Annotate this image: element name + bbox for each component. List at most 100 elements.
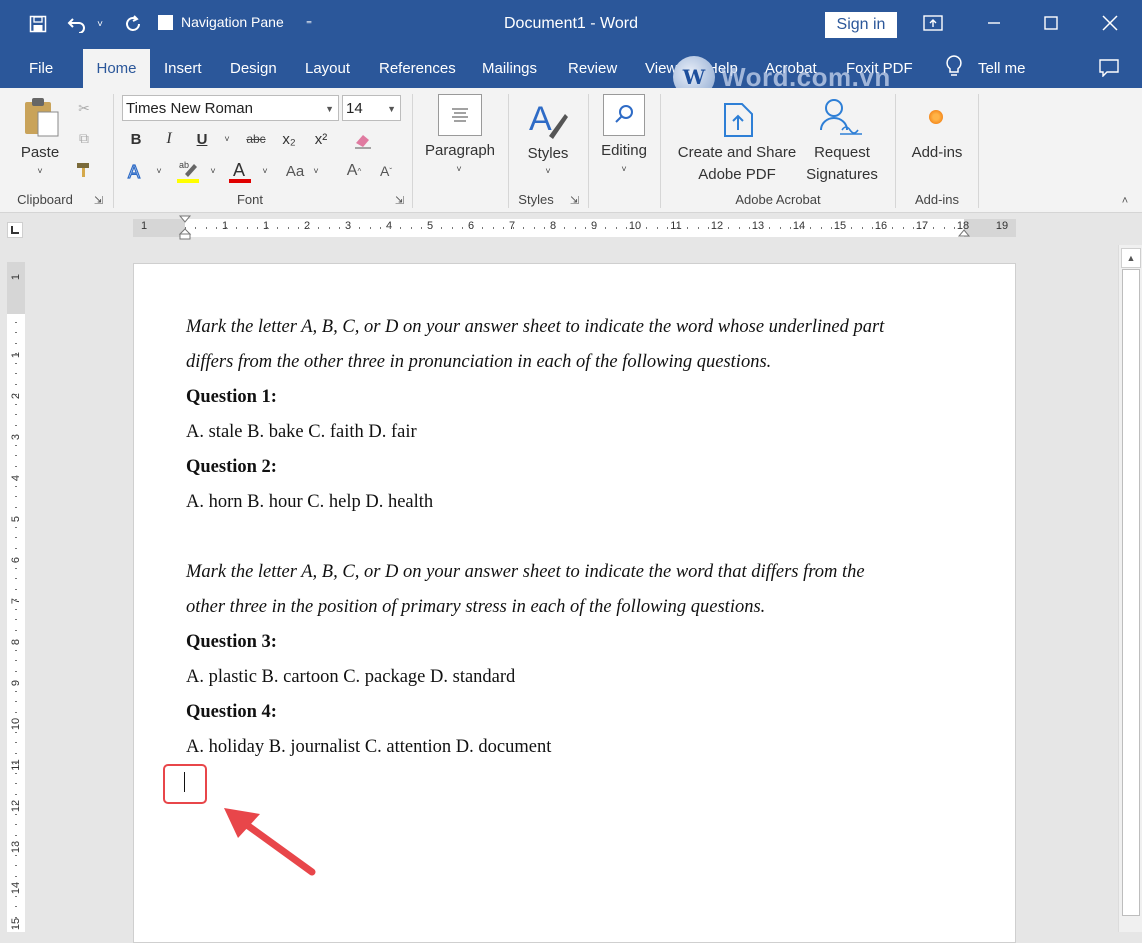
text-effects-dropdown-icon[interactable]: ˅ — [152, 162, 166, 180]
tab-file[interactable]: File — [29, 48, 53, 88]
maximize-icon[interactable] — [1036, 8, 1066, 38]
add-ins-icon[interactable] — [929, 110, 943, 124]
font-name-dropdown[interactable]: Times New Roman ▼ — [122, 95, 339, 121]
editing-dropdown-icon[interactable]: ˅ — [617, 162, 631, 176]
underline-dropdown-icon[interactable]: ˅ — [220, 130, 234, 148]
change-case-dropdown-icon[interactable]: ˅ — [309, 162, 323, 180]
styles-button[interactable]: Styles — [516, 143, 580, 165]
paragraph-icon[interactable] — [438, 94, 482, 136]
create-pdf-icon[interactable] — [722, 98, 756, 138]
ruler-tick — [687, 227, 689, 229]
styles-launcher-icon[interactable]: ⇲ — [570, 194, 579, 207]
tab-home[interactable]: Home — [83, 49, 150, 88]
ruler-number: 4 — [385, 220, 393, 232]
tab-review[interactable]: Review — [568, 48, 617, 88]
customize-toolbar-icon[interactable]: ⁼ — [298, 12, 320, 36]
paste-dropdown-icon[interactable]: ˅ — [34, 164, 46, 178]
copy-icon[interactable]: ⧉ — [74, 128, 94, 148]
underline-button[interactable]: U — [192, 128, 212, 150]
comments-icon[interactable] — [1099, 48, 1119, 88]
grow-font-label: A — [346, 162, 358, 179]
cut-icon[interactable]: ✂ — [74, 98, 94, 118]
bold-button[interactable]: B — [126, 128, 146, 150]
save-icon[interactable] — [26, 12, 50, 36]
ruler-tick — [195, 227, 197, 229]
font-color-dropdown-icon[interactable]: ˅ — [258, 162, 272, 180]
clipboard-launcher-icon[interactable]: ⇲ — [94, 194, 103, 207]
request-signatures-label[interactable]: Request Signatures — [796, 142, 888, 186]
search-icon[interactable] — [603, 94, 645, 136]
change-case-button[interactable]: Aa — [283, 160, 307, 182]
navigation-pane-checkbox[interactable] — [158, 14, 173, 30]
ruler-tick — [15, 875, 17, 877]
undo-icon[interactable] — [66, 12, 90, 36]
ruler-tick — [15, 445, 17, 446]
clear-formatting-icon[interactable] — [352, 129, 374, 151]
ruler-number: 1 — [10, 351, 22, 359]
close-icon[interactable] — [1095, 8, 1125, 38]
sign-in-button[interactable]: Sign in — [825, 12, 897, 38]
undo-dropdown-icon[interactable]: ˅ — [93, 12, 107, 36]
question-heading: Question 3: — [186, 632, 277, 652]
navigation-pane-toggle[interactable]: Navigation Pane — [158, 14, 284, 30]
ruler-tick — [390, 227, 391, 229]
ruler-number: 6 — [467, 220, 475, 232]
ruler-tick — [15, 363, 17, 364]
strikethrough-button[interactable]: abc — [242, 128, 270, 150]
collapse-ribbon-icon[interactable]: ˄ — [1117, 194, 1133, 208]
add-ins-button[interactable]: Add-ins — [900, 142, 974, 164]
tab-insert[interactable]: Insert — [164, 48, 202, 88]
request-signatures-icon[interactable] — [818, 96, 866, 138]
format-painter-icon[interactable] — [74, 160, 94, 180]
tab-selector[interactable] — [0, 213, 34, 243]
font-color-icon[interactable]: A — [228, 158, 252, 184]
paragraph-button[interactable]: Paragraph — [420, 140, 500, 162]
minimize-icon[interactable] — [979, 8, 1009, 38]
ruler-tick — [15, 332, 17, 334]
ruler-number: 16 — [874, 220, 888, 232]
shrink-font-button[interactable]: Aˇ — [375, 160, 397, 182]
styles-dropdown-icon[interactable]: ˅ — [541, 164, 555, 178]
vertical-ruler[interactable]: 1 1 2 3 4 5 6 7 8 9 10 11 12 13 14 15 — [7, 262, 25, 932]
scroll-up-icon[interactable]: ▲ — [1121, 248, 1141, 268]
horizontal-ruler[interactable]: 1 1 1 2 3 4 5 6 7 8 9 10 11 12 13 14 15 … — [133, 215, 1016, 240]
ruler-tick — [923, 227, 924, 229]
tab-references[interactable]: References — [379, 48, 456, 88]
right-indent-marker-icon[interactable] — [957, 227, 971, 239]
ruler-tick — [677, 227, 678, 229]
create-share-label[interactable]: Create and Share Adobe PDF — [668, 142, 806, 186]
adobe-acrobat-group-label: Adobe Acrobat — [735, 192, 821, 207]
styles-icon[interactable]: A — [527, 96, 569, 140]
tab-mailings[interactable]: Mailings — [482, 48, 537, 88]
ribbon-display-icon[interactable] — [918, 8, 948, 38]
ruler-tick — [15, 711, 17, 713]
subscript-button[interactable]: x₂ — [278, 128, 300, 150]
highlight-dropdown-icon[interactable]: ˅ — [206, 162, 220, 180]
editing-button[interactable]: Editing — [592, 140, 656, 162]
tab-layout[interactable]: Layout — [305, 48, 350, 88]
text-effects-icon[interactable]: A — [124, 160, 146, 182]
group-separator — [660, 94, 661, 208]
grow-font-button[interactable]: A ^ — [343, 160, 365, 182]
font-launcher-icon[interactable]: ⇲ — [395, 194, 404, 207]
redo-icon[interactable] — [121, 12, 145, 36]
highlight-icon[interactable]: ab — [176, 158, 200, 184]
paragraph-dropdown-icon[interactable]: ˅ — [452, 162, 466, 176]
ruler-number: 11 — [10, 759, 22, 771]
ruler-tick — [738, 227, 740, 229]
tell-me-search[interactable]: Tell me — [944, 48, 1026, 88]
ruler-tick — [277, 227, 279, 229]
ruler-tick — [759, 227, 760, 229]
paste-icon[interactable] — [22, 96, 60, 138]
vertical-scrollbar[interactable]: ▲ — [1118, 245, 1142, 932]
font-size-dropdown[interactable]: 14 ▼ — [342, 95, 401, 121]
ruler-tick — [226, 227, 227, 229]
tab-design[interactable]: Design — [230, 48, 277, 88]
ruler-tick — [513, 227, 514, 229]
scrollbar-thumb[interactable] — [1122, 269, 1140, 916]
ruler-number: 13 — [10, 840, 22, 854]
italic-button[interactable]: I — [159, 128, 179, 150]
paste-button[interactable]: Paste — [14, 142, 66, 164]
superscript-button[interactable]: x² — [310, 128, 332, 150]
ruler-tick — [256, 227, 258, 229]
